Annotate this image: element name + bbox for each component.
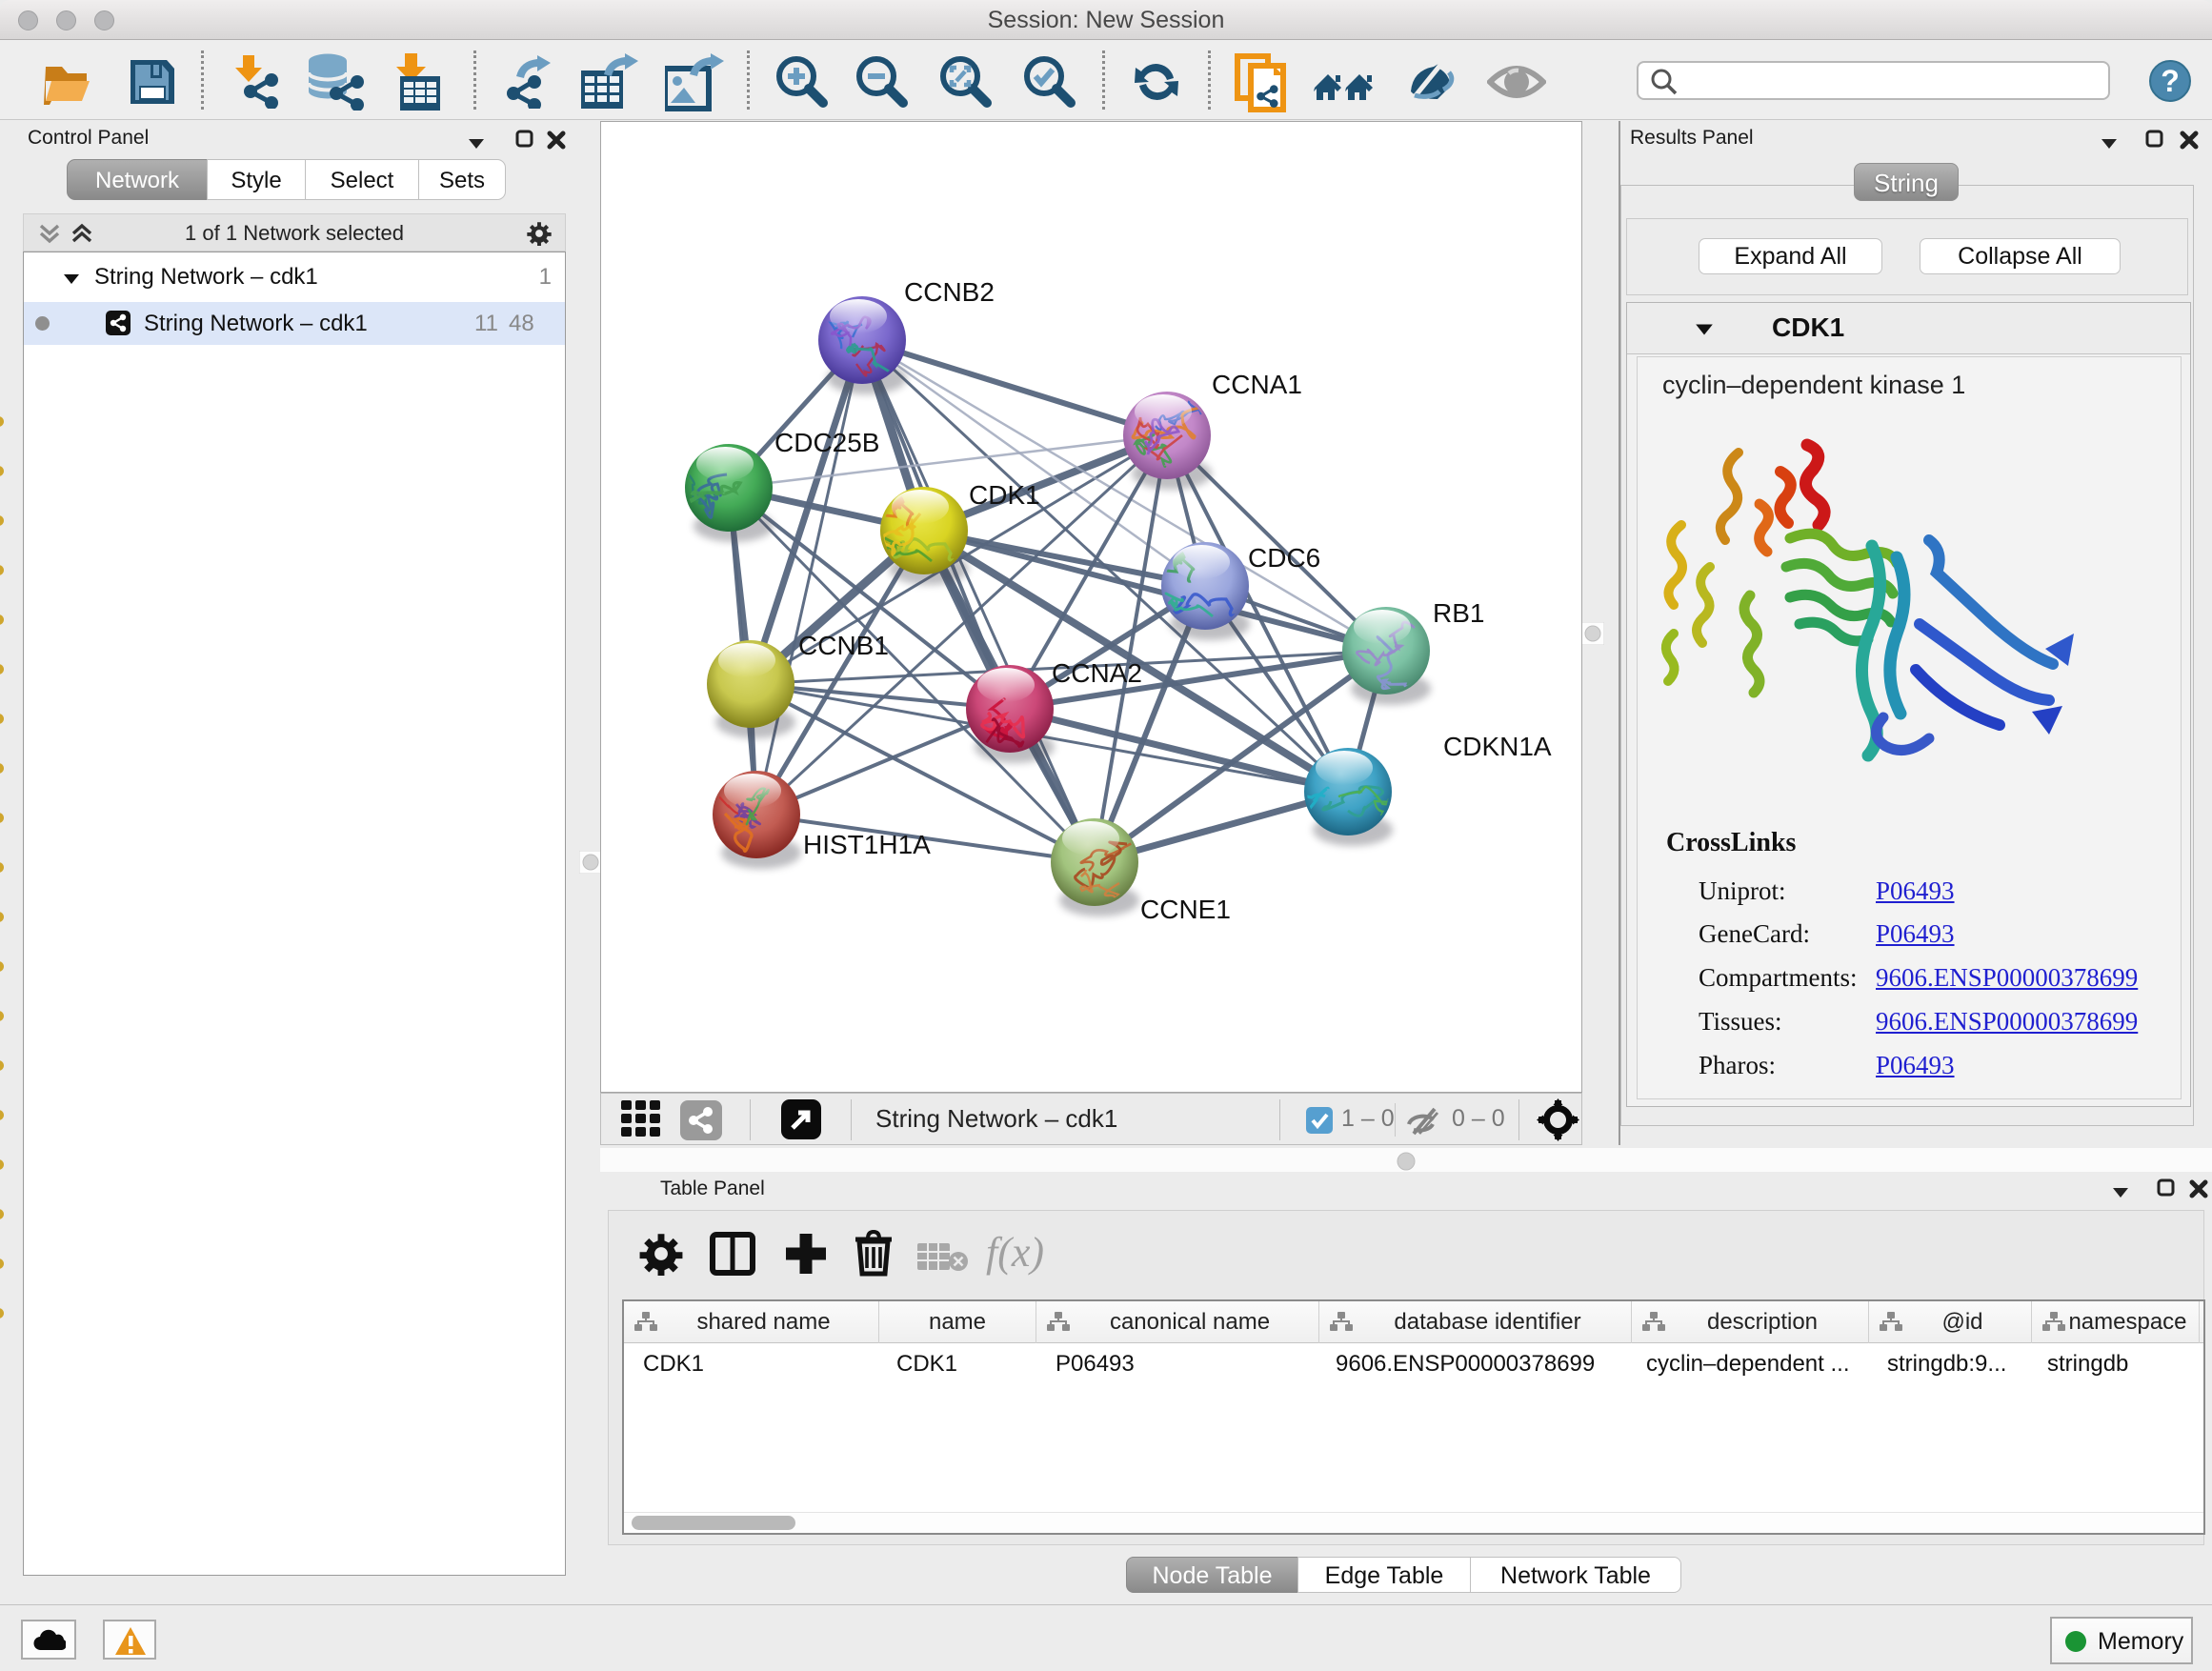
svg-text:CDKN1A: CDKN1A <box>1443 732 1552 761</box>
svg-text:CDC25B: CDC25B <box>774 428 879 457</box>
svg-text:HIST1H1A: HIST1H1A <box>803 830 931 859</box>
svg-text:CCNA2: CCNA2 <box>1052 658 1142 688</box>
svg-text:CCNB2: CCNB2 <box>904 277 995 307</box>
svg-text:CCNA1: CCNA1 <box>1212 370 1302 399</box>
svg-text:CCNB1: CCNB1 <box>798 631 889 660</box>
svg-text:CDC6: CDC6 <box>1248 543 1320 573</box>
svg-text:CDK1: CDK1 <box>969 480 1040 510</box>
svg-text:CCNE1: CCNE1 <box>1140 895 1231 924</box>
svg-text:RB1: RB1 <box>1433 598 1484 628</box>
svg-text:?: ? <box>2161 64 2180 98</box>
